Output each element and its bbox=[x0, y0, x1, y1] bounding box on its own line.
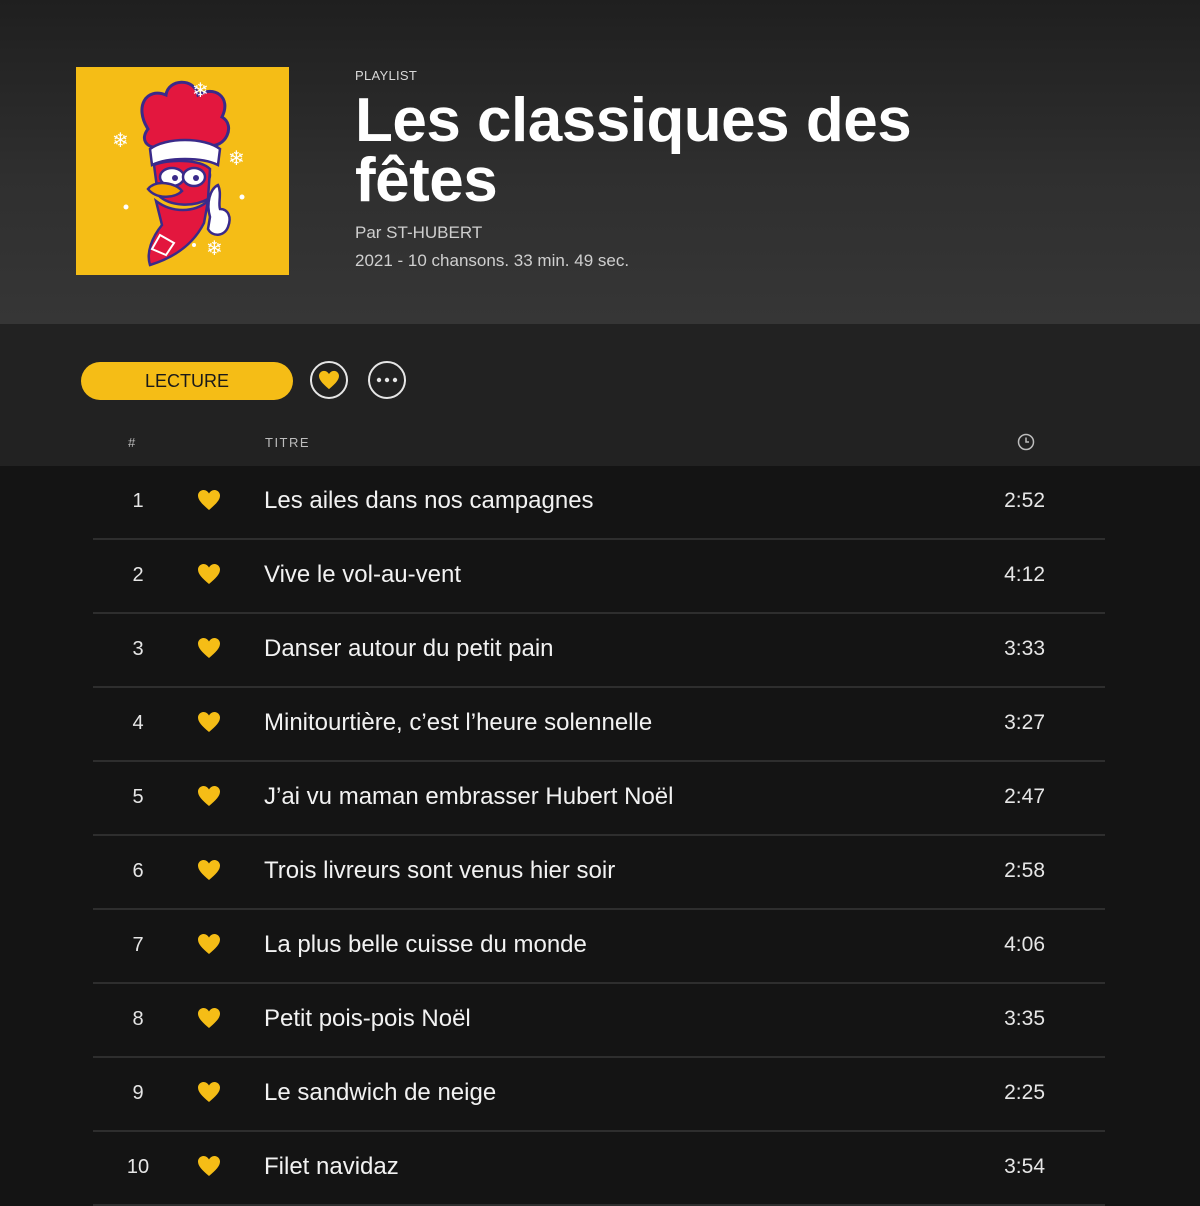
track-number: 3 bbox=[132, 637, 144, 660]
like-playlist-button[interactable] bbox=[310, 361, 348, 399]
track-number: 4 bbox=[132, 711, 144, 734]
track-title: Petit pois-pois Noël bbox=[264, 1005, 471, 1032]
heart-icon[interactable] bbox=[197, 489, 221, 511]
playlist-stats: 2021 - 10 chansons. 33 min. 49 sec. bbox=[355, 251, 630, 270]
track-title: La plus belle cuisse du monde bbox=[264, 931, 587, 958]
track-title: Trois livreurs sont venus hier soir bbox=[264, 857, 616, 884]
clock-icon bbox=[1017, 433, 1035, 451]
track-row[interactable]: 4 Minitourtière, c’est l’heure solennelle… bbox=[93, 688, 1105, 762]
track-title: Le sandwich de neige bbox=[264, 1079, 497, 1106]
track-list: 1 Les ailes dans nos campagnes 2:52 2 Vive l… bbox=[93, 466, 1105, 1206]
track-duration: 3:35 bbox=[1004, 1007, 1045, 1030]
track-duration: 3:54 bbox=[1004, 1155, 1045, 1178]
playlist-title: Les classiques des fêtes bbox=[355, 86, 912, 215]
track-row[interactable]: 7 La plus belle cuisse du monde 4:06 bbox=[93, 910, 1105, 984]
track-duration: 4:12 bbox=[1004, 563, 1045, 586]
track-row[interactable]: 3 Danser autour du petit pain 3:33 bbox=[93, 614, 1105, 688]
track-row[interactable]: 1 Les ailes dans nos campagnes 2:52 bbox=[93, 466, 1105, 540]
track-title: Vive le vol-au-vent bbox=[264, 561, 461, 588]
svg-text:❄: ❄ bbox=[228, 146, 245, 170]
playlist-cover: ❄ ❄ ❄ ❄ bbox=[76, 67, 289, 275]
track-duration: 2:25 bbox=[1004, 1081, 1045, 1104]
more-options-button[interactable] bbox=[368, 361, 406, 399]
track-title: Minitourtière, c’est l’heure solennelle bbox=[264, 709, 653, 736]
playlist-meta: PLAYLIST Les classiques des fêtes Par ST… bbox=[355, 68, 1155, 271]
heart-icon[interactable] bbox=[197, 785, 221, 807]
track-title: J’ai vu maman embrasser Hubert Noël bbox=[264, 783, 674, 810]
ellipsis-icon bbox=[376, 377, 398, 383]
svg-text:❄: ❄ bbox=[206, 236, 223, 260]
heart-icon[interactable] bbox=[197, 859, 221, 881]
heart-icon[interactable] bbox=[197, 711, 221, 733]
column-header-title: TITRE bbox=[265, 435, 311, 450]
track-row[interactable]: 6 Trois livreurs sont venus hier soir 2:58 bbox=[93, 836, 1105, 910]
track-row[interactable]: 9 Le sandwich de neige 2:25 bbox=[93, 1058, 1105, 1132]
track-number: 9 bbox=[132, 1081, 144, 1104]
track-number: 8 bbox=[132, 1007, 144, 1030]
track-row[interactable]: 10 Filet navidaz 3:54 bbox=[93, 1132, 1105, 1206]
heart-icon[interactable] bbox=[197, 563, 221, 585]
track-row[interactable]: 8 Petit pois-pois Noël 3:35 bbox=[93, 984, 1105, 1058]
track-number: 6 bbox=[132, 859, 144, 882]
track-title: Les ailes dans nos campagnes bbox=[264, 487, 594, 514]
svg-text:❄: ❄ bbox=[112, 128, 129, 152]
track-number: 1 bbox=[132, 489, 144, 512]
track-row[interactable]: 5 J’ai vu maman embrasser Hubert Noël 2:47 bbox=[93, 762, 1105, 836]
track-title: Danser autour du petit pain bbox=[264, 635, 554, 662]
column-header-duration bbox=[1017, 433, 1035, 454]
track-number: 7 bbox=[132, 933, 144, 956]
heart-icon[interactable] bbox=[197, 933, 221, 955]
play-button[interactable]: LECTURE bbox=[81, 362, 293, 400]
heart-icon bbox=[319, 370, 339, 390]
track-duration: 3:33 bbox=[1004, 637, 1045, 660]
rooster-santa-mascot-icon: ❄ ❄ ❄ ❄ bbox=[76, 67, 289, 275]
column-header-number: # bbox=[128, 435, 137, 450]
track-duration: 2:52 bbox=[1004, 489, 1045, 512]
heart-icon[interactable] bbox=[197, 1081, 221, 1103]
track-row[interactable]: 2 Vive le vol-au-vent 4:12 bbox=[93, 540, 1105, 614]
track-duration: 2:47 bbox=[1004, 785, 1045, 808]
heart-icon[interactable] bbox=[197, 1007, 221, 1029]
track-duration: 2:58 bbox=[1004, 859, 1045, 882]
heart-icon[interactable] bbox=[197, 637, 221, 659]
track-duration: 3:27 bbox=[1004, 711, 1045, 734]
heart-icon[interactable] bbox=[197, 1155, 221, 1177]
track-number: 2 bbox=[132, 563, 144, 586]
playlist-kind-label: PLAYLIST bbox=[355, 68, 418, 83]
track-duration: 4:06 bbox=[1004, 933, 1045, 956]
svg-text:❄: ❄ bbox=[192, 78, 209, 102]
track-number: 5 bbox=[132, 785, 144, 808]
playlist-owner[interactable]: Par ST-HUBERT bbox=[355, 223, 1155, 243]
playlist-header: ❄ ❄ ❄ ❄ PLAYLIST Les classiques des fête… bbox=[0, 0, 1200, 324]
track-number: 10 bbox=[126, 1155, 150, 1178]
track-title: Filet navidaz bbox=[264, 1153, 399, 1180]
